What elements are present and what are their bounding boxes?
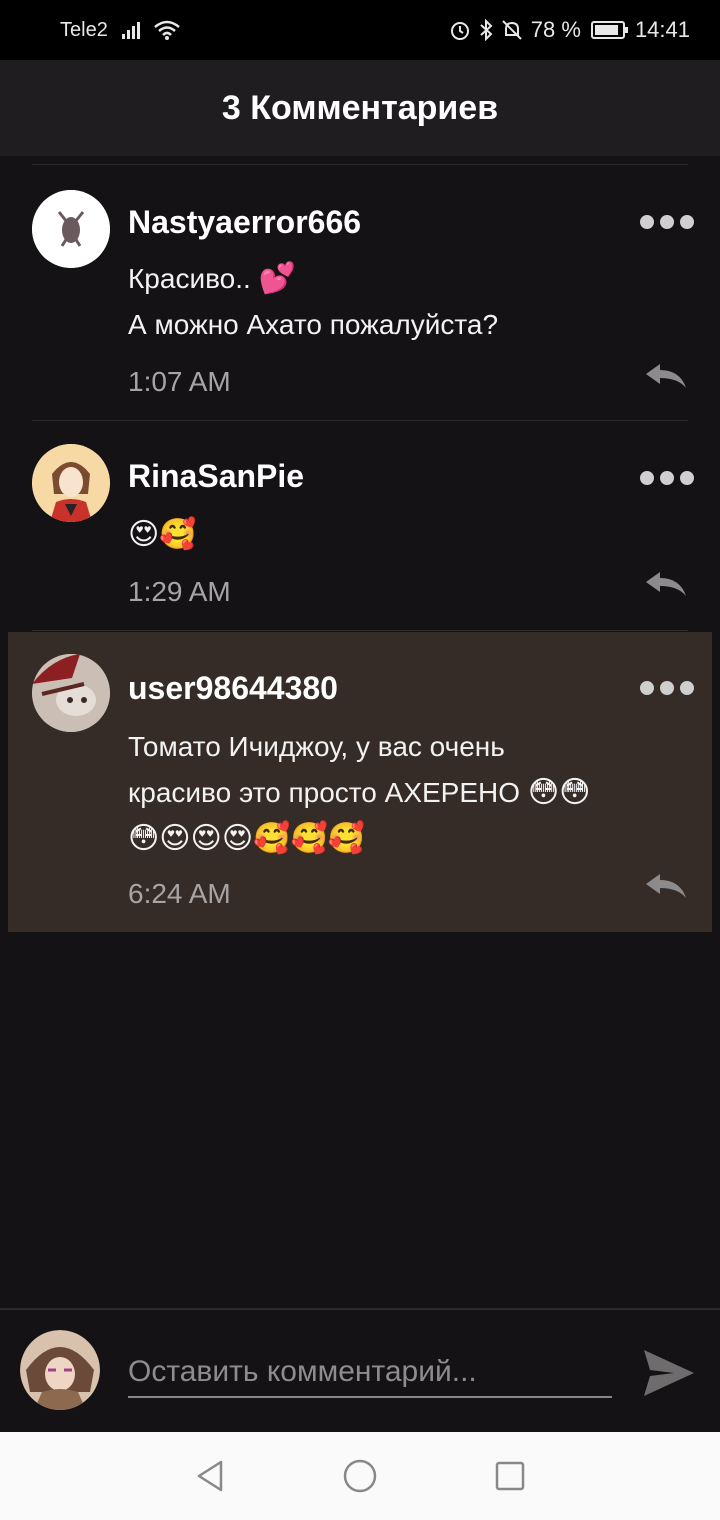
my-avatar[interactable] xyxy=(20,1330,100,1410)
comment-emoji: 💕 xyxy=(258,262,296,295)
comment-item-highlighted: user98644380 Томато Ичиджоу, у вас очень… xyxy=(8,632,712,932)
comment-timestamp: 6:24 AM xyxy=(128,878,231,909)
comment-input-bar xyxy=(0,1308,720,1432)
comments-header: 3 Комментариев xyxy=(0,60,720,156)
comment-username[interactable]: Nastyaerror666 xyxy=(128,204,361,241)
home-circle-icon xyxy=(343,1459,377,1493)
bluetooth-icon xyxy=(480,19,493,41)
page-title: 3 Комментариев xyxy=(221,88,499,127)
system-nav-bar xyxy=(0,1432,720,1520)
comment-text-line: красиво это просто АХЕРЕНО xyxy=(128,777,528,808)
comment-emoji: 😳😳 xyxy=(527,776,591,809)
comment-text: Красиво.. 💕 А можно Ахато пожалуйста? xyxy=(128,256,688,348)
clock: 14:41 xyxy=(634,17,690,42)
status-bar: Tele2 78 % 14:41 xyxy=(0,0,720,60)
divider xyxy=(32,420,688,421)
home-button[interactable] xyxy=(340,1456,380,1496)
avatar[interactable] xyxy=(32,654,110,732)
status-right: 78 % 14:41 xyxy=(449,17,690,43)
comment-text-line: А можно Ахато пожалуйста? xyxy=(128,309,499,340)
reply-icon[interactable] xyxy=(644,570,688,598)
more-options-icon[interactable] xyxy=(640,212,694,232)
avatar[interactable] xyxy=(32,444,110,522)
comment-emoji: 😍🥰 xyxy=(128,518,197,551)
comment-text-line: Томато Ичиджоу, у вас очень xyxy=(128,731,505,762)
comment-emoji: 😳😍😍😍🥰🥰🥰 xyxy=(128,822,366,855)
comment-username[interactable]: RinaSanPie xyxy=(128,458,304,495)
comment-username[interactable]: user98644380 xyxy=(128,670,338,707)
divider xyxy=(32,164,688,165)
wifi-icon xyxy=(154,20,180,40)
recents-button[interactable] xyxy=(490,1456,530,1496)
avatar[interactable] xyxy=(32,190,110,268)
reply-icon[interactable] xyxy=(644,872,688,900)
back-triangle-icon xyxy=(197,1460,223,1492)
status-left: Tele2 xyxy=(60,19,180,42)
comment-text: 😍🥰 xyxy=(128,512,688,558)
comment-text: Томато Ичиджоу, у вас очень красиво это … xyxy=(128,724,688,862)
battery-percent: 78 % xyxy=(530,17,581,42)
more-options-icon[interactable] xyxy=(640,468,694,488)
divider xyxy=(32,630,688,631)
comment-input[interactable] xyxy=(128,1348,612,1398)
comment-timestamp: 1:07 AM xyxy=(128,366,231,397)
more-options-icon[interactable] xyxy=(640,678,694,698)
signal-icon xyxy=(121,21,140,39)
comment-item: RinaSanPie 😍🥰 1:29 AM xyxy=(0,422,720,630)
alarm-icon xyxy=(450,22,469,40)
battery-icon xyxy=(590,21,628,39)
carrier-label: Tele2 xyxy=(60,18,108,41)
comment-timestamp: 1:29 AM xyxy=(128,576,231,607)
back-button[interactable] xyxy=(190,1456,230,1496)
comment-text-line: Красиво.. xyxy=(128,263,259,294)
send-icon[interactable] xyxy=(640,1344,698,1402)
mute-bell-icon xyxy=(502,20,522,40)
recents-square-icon xyxy=(495,1461,525,1491)
comment-item: Nastyaerror666 Красиво.. 💕 А можно Ахато… xyxy=(0,166,720,420)
reply-icon[interactable] xyxy=(644,362,688,390)
